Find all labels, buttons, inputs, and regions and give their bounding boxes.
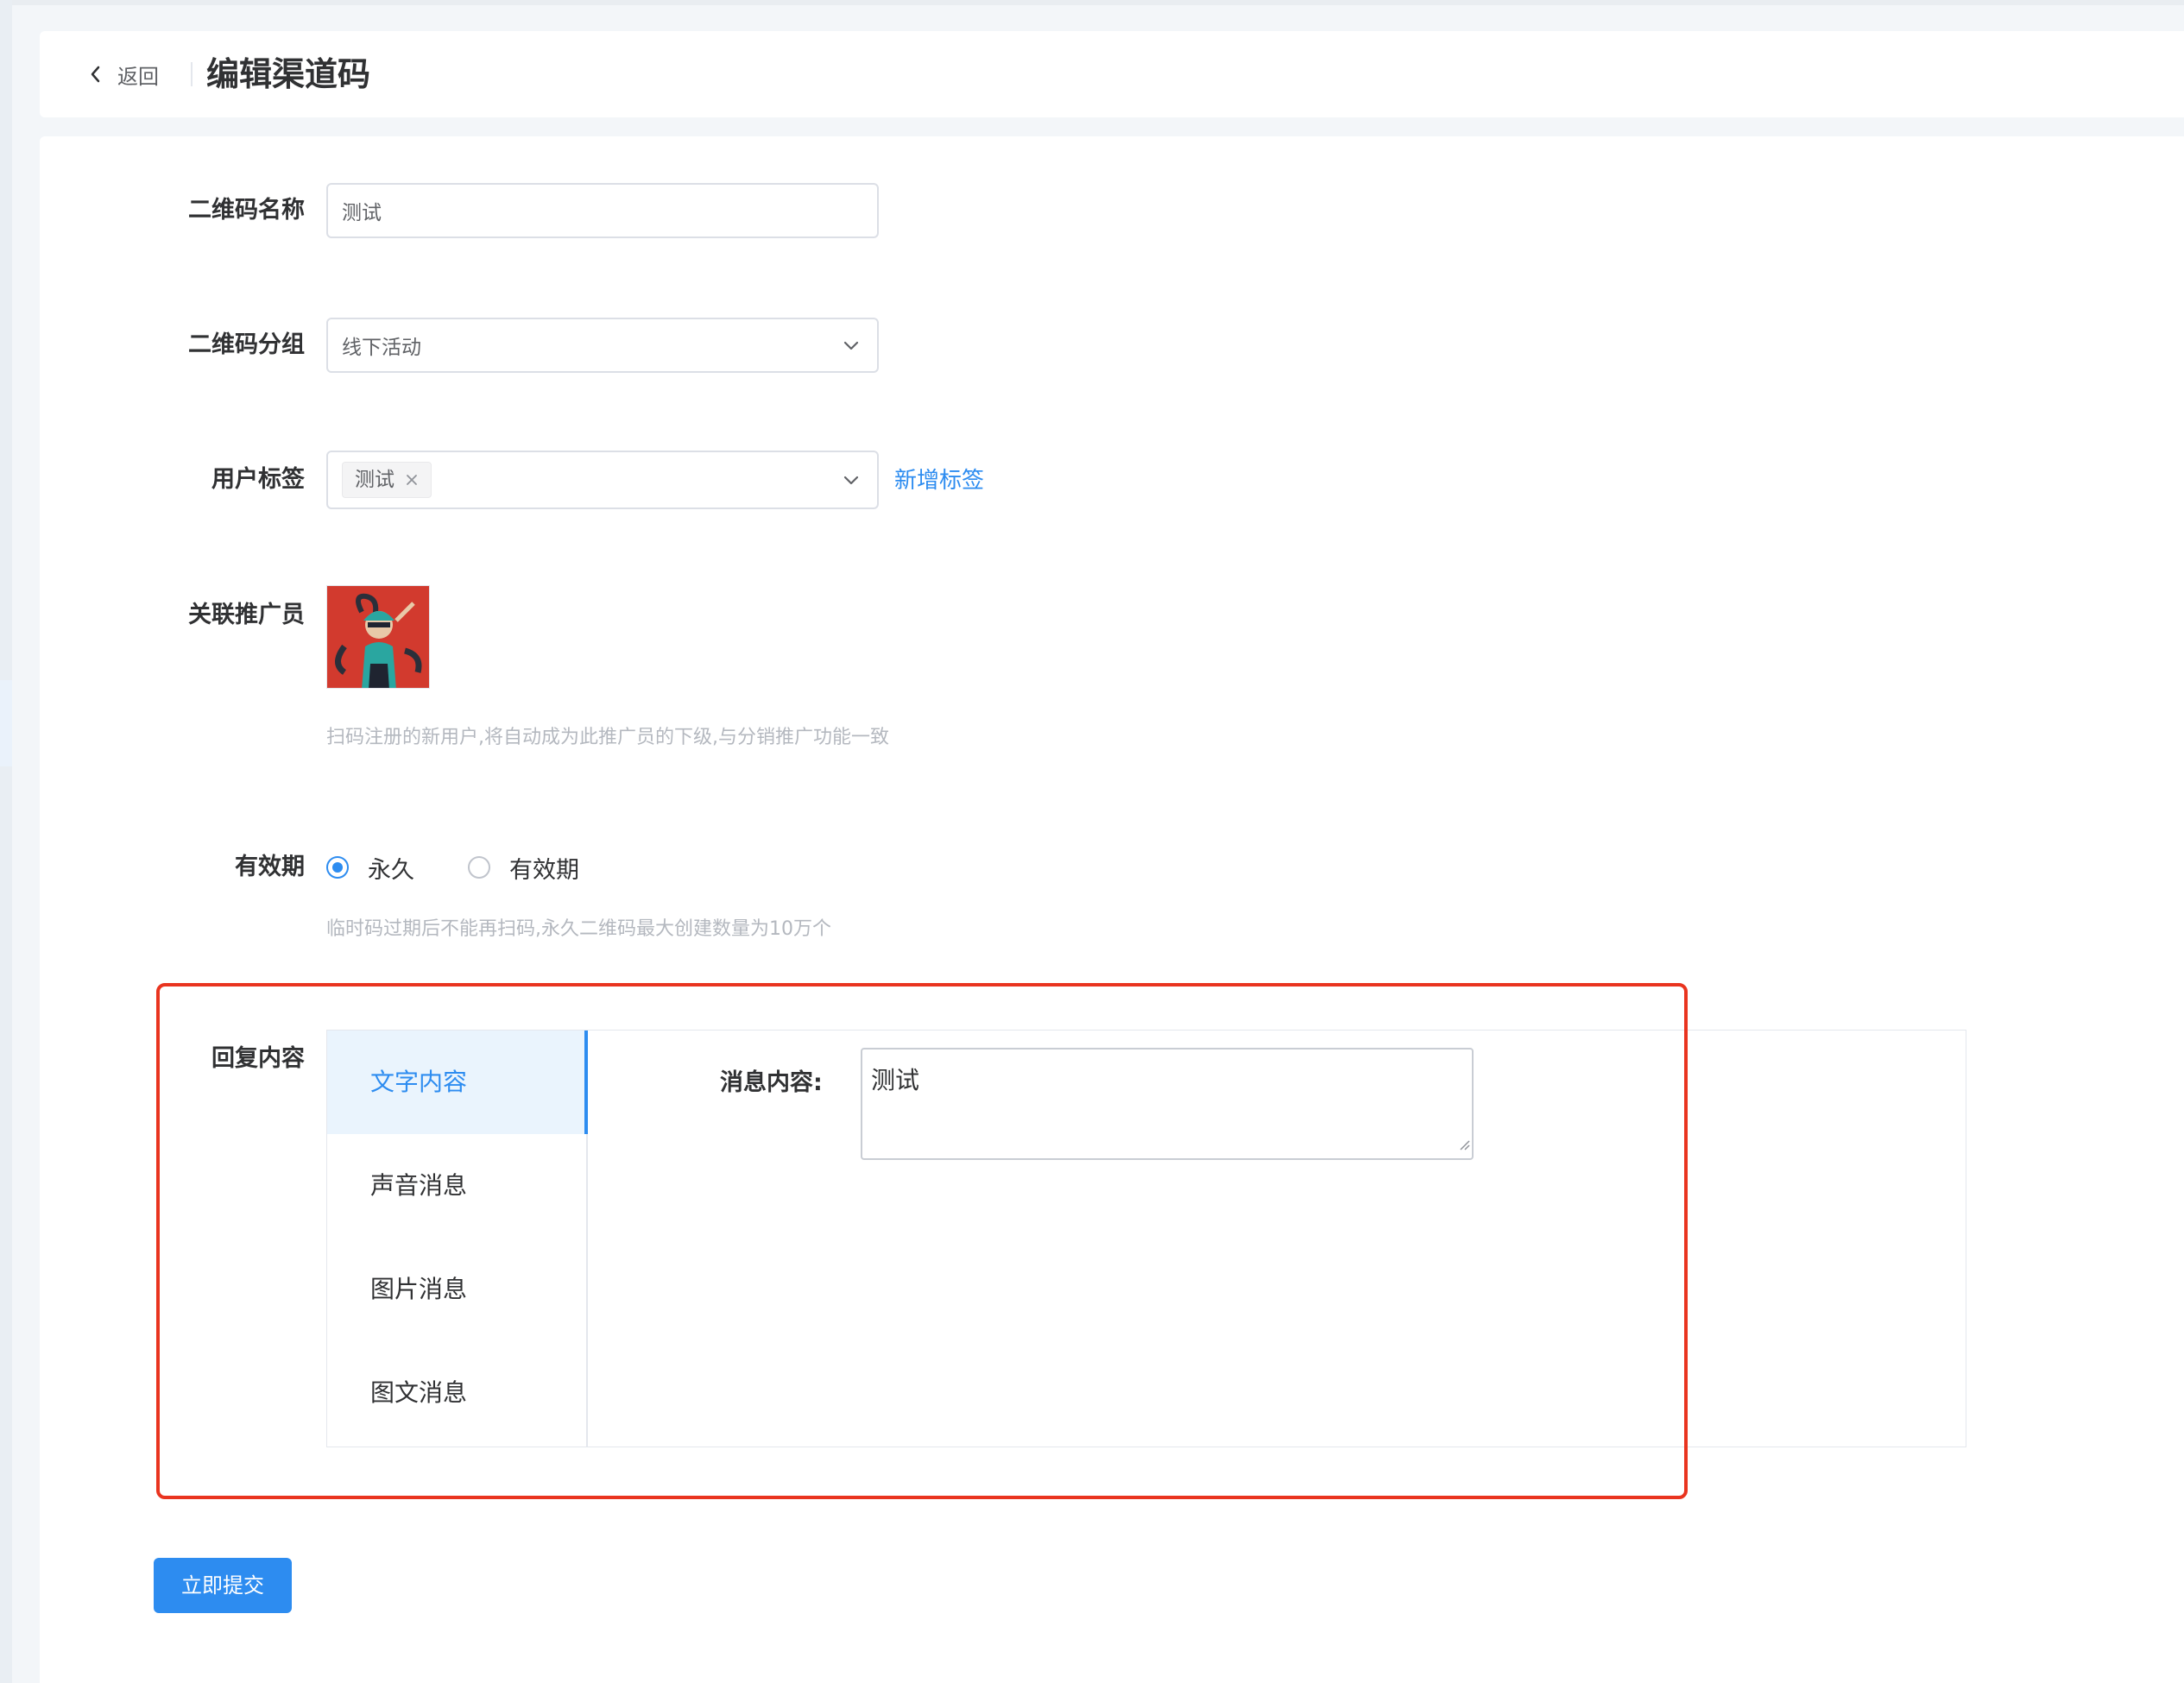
- reply-highlight-box: [156, 983, 1688, 1499]
- validity-period-radio[interactable]: 有效期: [468, 850, 579, 885]
- qr-group-select[interactable]: 线下活动: [326, 318, 879, 373]
- promoter-hint: 扫码注册的新用户,将自动成为此推广员的下级,与分销推广功能一致: [326, 727, 889, 748]
- chevron-down-icon: [843, 334, 860, 356]
- radio-label: 永久: [368, 856, 414, 884]
- page-title: 编辑渠道码: [206, 55, 371, 93]
- qr-name-value: 测试: [342, 202, 382, 224]
- validity-permanent-radio[interactable]: 永久: [326, 850, 414, 885]
- chevron-left-icon: [90, 65, 102, 84]
- side-strip-highlight: [0, 680, 12, 766]
- validity-label: 有效期: [235, 854, 305, 880]
- user-tag-label: 用户标签: [211, 466, 305, 493]
- tag-chip-label: 测试: [355, 469, 395, 491]
- user-tag-select[interactable]: 测试: [326, 451, 879, 509]
- radio-circle: [468, 856, 490, 879]
- radio-label: 有效期: [509, 856, 579, 884]
- side-strip: [0, 0, 12, 1683]
- top-bar: [12, 0, 2184, 5]
- chevron-down-icon: [843, 469, 860, 491]
- qr-name-label: 二维码名称: [188, 197, 305, 224]
- header-divider: [191, 62, 193, 86]
- back-label: 返回: [117, 64, 159, 89]
- qr-name-input[interactable]: 测试: [326, 183, 879, 238]
- add-tag-link[interactable]: 新增标签: [894, 463, 984, 495]
- submit-button[interactable]: 立即提交: [154, 1558, 292, 1613]
- promoter-avatar[interactable]: [326, 585, 430, 689]
- radio-circle: [326, 856, 349, 879]
- page-header: 返回 编辑渠道码: [40, 31, 2184, 117]
- tag-chip: 测试: [342, 462, 432, 498]
- validity-hint: 临时码过期后不能再扫码,永久二维码最大创建数量为10万个: [326, 918, 831, 940]
- qr-group-label: 二维码分组: [188, 331, 305, 358]
- qr-group-value: 线下活动: [342, 337, 421, 359]
- back-button[interactable]: 返回: [90, 31, 159, 117]
- close-icon[interactable]: [405, 473, 419, 487]
- promoter-label: 关联推广员: [188, 602, 305, 628]
